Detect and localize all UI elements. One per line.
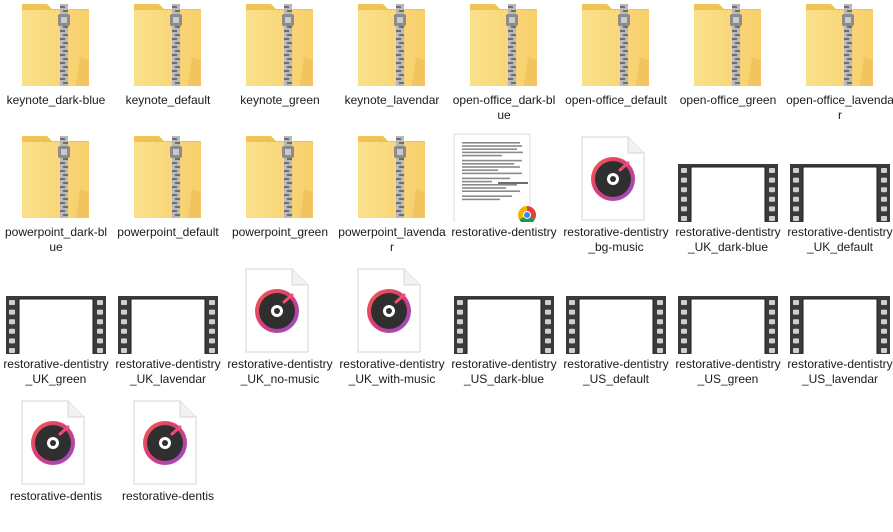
zip-folder-icon [336, 0, 448, 90]
file-item[interactable]: keynote_default [112, 0, 224, 130]
file-name-label: restorative-dentistry_UK_no-music [227, 357, 333, 386]
file-item[interactable]: powerpoint_green [224, 132, 336, 262]
file-name-label: restorative-dentistry_US_default [563, 357, 669, 386]
file-item[interactable]: restorative-dentistry_UK_green [0, 264, 112, 394]
video-file-icon [672, 132, 784, 222]
file-grid: keynote_dark-blue keynote_default keynot… [0, 0, 893, 532]
file-item[interactable]: open-office_lavendar [784, 0, 893, 130]
file-name-label: open-office_lavendar [786, 93, 893, 122]
file-item[interactable]: powerpoint_lavendar [336, 132, 448, 262]
file-item[interactable]: restorative-dentistry_bg-music [560, 132, 672, 262]
file-name-label: restorative-dentis [9, 489, 103, 503]
video-file-icon [448, 264, 560, 354]
file-item[interactable]: restorative-dentis [112, 396, 224, 526]
file-item[interactable]: restorative-dentis [0, 396, 112, 526]
video-file-icon [112, 264, 224, 354]
zip-folder-icon [224, 0, 336, 90]
file-item[interactable]: restorative-dentistry_US_dark-blue [448, 264, 560, 394]
file-name-label: restorative-dentistry_US_green [675, 357, 781, 386]
file-name-label: keynote_dark-blue [6, 93, 106, 107]
file-name-label: restorative-dentistry_UK_with-music [339, 357, 445, 386]
file-name-label: restorative-dentistry_bg-music [563, 225, 669, 254]
file-item[interactable]: restorative-dentistry [448, 132, 560, 262]
video-file-icon [784, 264, 893, 354]
audio-file-icon [224, 264, 336, 354]
audio-file-icon [560, 132, 672, 222]
file-name-label: keynote_default [125, 93, 211, 107]
file-name-label: open-office_default [565, 93, 667, 107]
document-chrome-icon [448, 132, 560, 222]
file-name-label: powerpoint_default [117, 225, 219, 239]
audio-file-icon [0, 396, 112, 486]
file-item[interactable]: open-office_green [672, 0, 784, 130]
zip-folder-icon [560, 0, 672, 90]
file-item[interactable]: restorative-dentistry_UK_no-music [224, 264, 336, 394]
zip-folder-icon [112, 132, 224, 222]
file-item[interactable]: keynote_lavendar [336, 0, 448, 130]
file-item[interactable]: restorative-dentistry_US_default [560, 264, 672, 394]
zip-folder-icon [336, 132, 448, 222]
file-item[interactable]: restorative-dentistry_UK_with-music [336, 264, 448, 394]
zip-folder-icon [784, 0, 893, 90]
file-item[interactable]: open-office_dark-blue [448, 0, 560, 130]
audio-file-icon [336, 264, 448, 354]
zip-folder-icon [0, 132, 112, 222]
file-name-label: open-office_green [679, 93, 777, 107]
file-item[interactable]: powerpoint_dark-blue [0, 132, 112, 262]
file-name-label: restorative-dentistry_US_dark-blue [451, 357, 557, 386]
file-item[interactable]: restorative-dentistry_UK_lavendar [112, 264, 224, 394]
file-name-label: open-office_dark-blue [452, 93, 556, 122]
file-item[interactable]: restorative-dentistry_UK_default [784, 132, 893, 262]
file-name-label: restorative-dentistry [451, 225, 557, 239]
file-name-label: restorative-dentis [121, 489, 215, 503]
zip-folder-icon [448, 0, 560, 90]
file-name-label: powerpoint_green [231, 225, 329, 239]
file-item[interactable]: keynote_dark-blue [0, 0, 112, 130]
zip-folder-icon [224, 132, 336, 222]
file-name-label: restorative-dentistry_UK_green [3, 357, 109, 386]
file-item[interactable]: keynote_green [224, 0, 336, 130]
file-item[interactable]: restorative-dentistry_US_lavendar [784, 264, 893, 394]
zip-folder-icon [112, 0, 224, 90]
video-file-icon [784, 132, 893, 222]
file-name-label: keynote_lavendar [344, 93, 440, 107]
file-item[interactable]: open-office_default [560, 0, 672, 130]
file-item[interactable]: powerpoint_default [112, 132, 224, 262]
file-name-label: restorative-dentistry_US_lavendar [787, 357, 893, 386]
file-item[interactable]: restorative-dentistry_US_green [672, 264, 784, 394]
file-item[interactable]: restorative-dentistry_UK_dark-blue [672, 132, 784, 262]
file-name-label: powerpoint_lavendar [338, 225, 446, 254]
file-name-label: restorative-dentistry_UK_dark-blue [675, 225, 781, 254]
audio-file-icon [112, 396, 224, 486]
zip-folder-icon [672, 0, 784, 90]
video-file-icon [0, 264, 112, 354]
file-name-label: restorative-dentistry_UK_lavendar [115, 357, 221, 386]
video-file-icon [560, 264, 672, 354]
zip-folder-icon [0, 0, 112, 90]
file-name-label: restorative-dentistry_UK_default [787, 225, 893, 254]
file-name-label: powerpoint_dark-blue [4, 225, 108, 254]
file-name-label: keynote_green [240, 93, 320, 107]
video-file-icon [672, 264, 784, 354]
